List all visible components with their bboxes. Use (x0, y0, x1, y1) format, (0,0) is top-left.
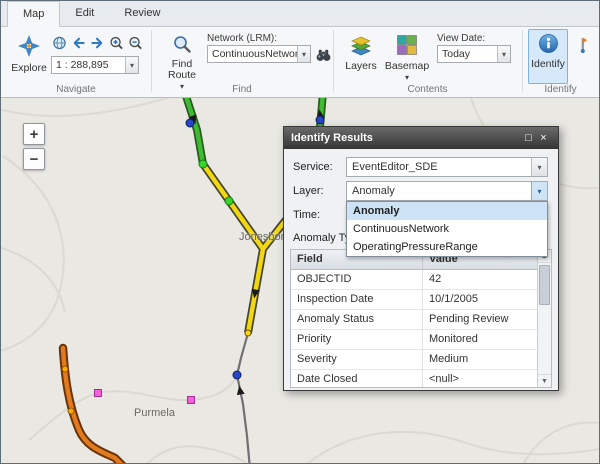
value-cell: <null> (423, 370, 537, 388)
scroll-down-icon[interactable]: ▼ (538, 374, 551, 387)
field-cell: Inspection Date (291, 290, 423, 309)
ribbon: Explore (1, 26, 599, 98)
group-separator (333, 30, 334, 92)
table-row[interactable]: Date Closed <null> (291, 370, 537, 388)
basemap-label: Basemap (385, 61, 429, 72)
value-cell: Medium (423, 350, 537, 369)
table-scrollbar[interactable]: ▲ ▼ (537, 250, 551, 387)
basemap-icon (396, 34, 418, 59)
map-scale-combobox[interactable]: 1 : 288,895 ▾ (51, 56, 139, 74)
field-cell: Priority (291, 330, 423, 349)
layer-dropdown-list: Anomaly ContinuousNetwork OperatingPress… (346, 201, 548, 257)
table-row[interactable]: Priority Monitored (291, 330, 537, 350)
close-icon[interactable]: × (536, 132, 551, 144)
tab-map[interactable]: Map (7, 1, 60, 27)
value-cell: 42 (423, 270, 537, 289)
place-label-purmela: Purmela (134, 407, 175, 419)
dropdown-option-anomaly[interactable]: Anomaly (347, 202, 547, 220)
scrollbar-thumb[interactable] (539, 265, 550, 305)
map-zoom-in-button[interactable]: + (23, 123, 45, 145)
panel-title: Identify Results (291, 132, 373, 144)
layer-label: Layer: (293, 185, 324, 197)
chevron-down-icon: ▾ (405, 74, 409, 81)
tab-review[interactable]: Review (109, 2, 175, 26)
basemap-button[interactable]: Basemap ▾ (384, 30, 430, 85)
group-label-identify: Identify (522, 84, 599, 97)
field-cell: OBJECTID (291, 270, 423, 289)
binoculars-icon[interactable] (314, 45, 333, 64)
full-extent-icon[interactable] (51, 34, 68, 51)
time-label: Time: (293, 209, 320, 221)
value-cell: 10/1/2005 (423, 290, 537, 309)
maximize-icon[interactable]: □ (521, 132, 536, 144)
value-cell: Pending Review (423, 310, 537, 329)
explore-compass-icon (17, 34, 41, 61)
identify-info-icon (538, 33, 559, 57)
previous-extent-icon[interactable] (70, 34, 87, 51)
event-editor-window: Map Edit Review Explore (0, 0, 600, 464)
panel-title-bar[interactable]: Identify Results □ × (284, 127, 558, 149)
table-row[interactable]: Severity Medium (291, 350, 537, 370)
attributes-table: Field Value OBJECTID 42 Inspection Date … (290, 249, 552, 388)
service-label: Service: (293, 161, 333, 173)
group-separator (151, 30, 152, 92)
find-route-magnifier-icon (172, 34, 192, 57)
layers-label: Layers (345, 61, 377, 72)
service-value: EventEditor_SDE (347, 161, 531, 173)
field-cell: Anomaly Status (291, 310, 423, 329)
network-lrm-value: ContinuousNetwork (208, 48, 297, 60)
service-combobox[interactable]: EventEditor_SDE ▾ (346, 157, 548, 177)
explore-label: Explore (11, 63, 47, 74)
group-separator (522, 30, 523, 92)
layers-icon (350, 34, 372, 59)
chevron-down-icon[interactable]: ▾ (531, 158, 547, 176)
next-extent-icon[interactable] (89, 34, 106, 51)
value-cell: Monitored (423, 330, 537, 349)
map-zoom-control: + − (23, 123, 45, 170)
table-row[interactable]: OBJECTID 42 (291, 270, 537, 290)
chevron-down-icon[interactable]: ▾ (125, 57, 138, 73)
network-lrm-combobox[interactable]: ContinuousNetwork ▾ (207, 45, 311, 63)
chevron-down-icon[interactable]: ▾ (297, 46, 310, 62)
group-label-contents: Contents (333, 84, 522, 97)
chevron-down-icon[interactable]: ▾ (531, 182, 547, 200)
view-date-label: View Date: (437, 33, 485, 44)
view-date-combobox[interactable]: Today ▾ (437, 45, 511, 63)
map-zoom-out-button[interactable]: − (23, 148, 45, 170)
zoom-out-icon[interactable] (127, 34, 144, 51)
layers-button[interactable]: Layers (341, 30, 381, 83)
identify-label: Identify (531, 59, 565, 70)
layer-combobox[interactable]: Anomaly ▾ (346, 181, 548, 201)
layer-value: Anomaly (347, 185, 531, 197)
dropdown-option-operatingpressurerange[interactable]: OperatingPressureRange (347, 238, 547, 256)
tab-edit[interactable]: Edit (60, 2, 109, 26)
find-route-button[interactable]: Find Route ▾ (159, 30, 205, 85)
field-cell: Severity (291, 350, 423, 369)
group-label-navigate: Navigate (1, 84, 151, 97)
ribbon-tab-strip: Map Edit Review (1, 1, 599, 26)
group-label-find: Find (151, 84, 333, 97)
field-cell: Date Closed (291, 370, 423, 388)
table-row[interactable]: Inspection Date 10/1/2005 (291, 290, 537, 310)
chevron-down-icon[interactable]: ▾ (497, 46, 510, 62)
view-date-value: Today (438, 48, 497, 60)
map-scale-value: 1 : 288,895 (52, 59, 125, 71)
dropdown-option-continuousnetwork[interactable]: ContinuousNetwork (347, 220, 547, 238)
identify-route-icon[interactable] (573, 35, 592, 54)
identify-button[interactable]: Identify (528, 29, 568, 84)
network-lrm-label: Network (LRM): (207, 33, 277, 44)
identify-results-panel: Identify Results □ × Service: EventEdito… (283, 126, 559, 391)
find-route-label: Find Route (165, 59, 199, 81)
zoom-in-icon[interactable] (108, 34, 125, 51)
explore-button[interactable]: Explore (9, 30, 49, 83)
table-row[interactable]: Anomaly Status Pending Review (291, 310, 537, 330)
